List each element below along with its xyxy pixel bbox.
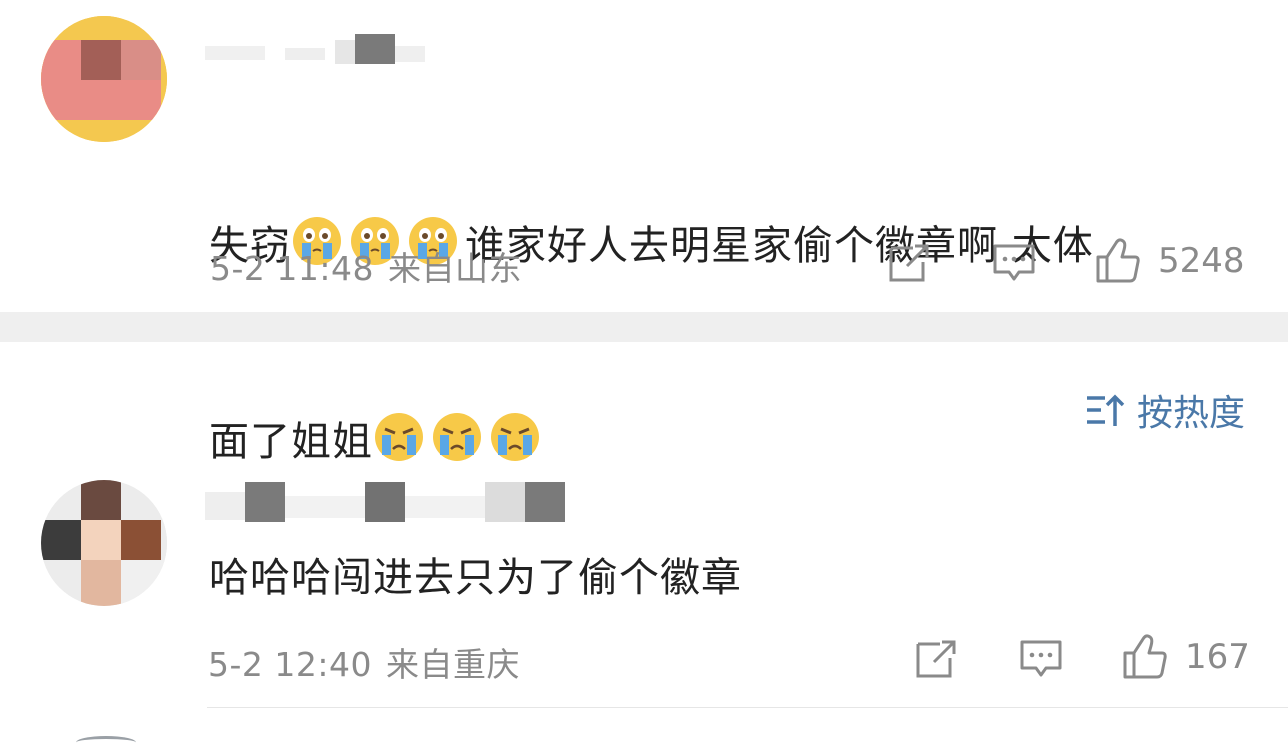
- thumbs-up-icon: [1123, 634, 1167, 679]
- comment-location: 来自山东: [388, 249, 522, 288]
- comment-time: 5-2 11:48: [210, 249, 374, 288]
- comment-icon: [1020, 640, 1062, 677]
- sobbing-emoji-icon: [433, 413, 481, 461]
- username[interactable]: [205, 34, 425, 76]
- comment-text: 哈哈哈闯进去只为了偷个徽章: [209, 555, 742, 601]
- reply-button[interactable]: [1019, 636, 1063, 680]
- like-count: 167: [1185, 637, 1250, 677]
- thumbs-up-icon: [1096, 238, 1140, 283]
- reply-button[interactable]: [992, 240, 1036, 284]
- sort-label: 按热度: [1136, 393, 1245, 434]
- comment-icon: [993, 244, 1035, 281]
- comment-time: 5-2 12:40: [208, 645, 372, 684]
- avatar[interactable]: [41, 480, 167, 606]
- sobbing-emoji-icon: [491, 413, 539, 461]
- divider-line: [207, 707, 1288, 708]
- sobbing-emoji-icon: [375, 413, 423, 461]
- share-icon: [889, 244, 929, 282]
- comment-text-part: 面了姐姐: [209, 419, 373, 465]
- share-button[interactable]: [887, 240, 931, 284]
- share-button[interactable]: [914, 636, 958, 680]
- section-divider: [0, 312, 1288, 342]
- sort-button[interactable]: 按热度: [1085, 384, 1245, 436]
- username[interactable]: [205, 482, 565, 522]
- like-button[interactable]: 167: [1121, 633, 1250, 681]
- avatar[interactable]: [41, 16, 167, 142]
- sort-icon: [1086, 394, 1125, 426]
- avatar[interactable]: [76, 736, 136, 749]
- comment-meta: 5-2 11:48 来自山东: [210, 242, 522, 290]
- like-button[interactable]: 5248: [1094, 237, 1245, 285]
- like-count: 5248: [1158, 241, 1245, 281]
- comment-location: 来自重庆: [386, 645, 520, 684]
- comment-meta: 5-2 12:40 来自重庆: [208, 638, 520, 686]
- share-icon: [916, 640, 956, 678]
